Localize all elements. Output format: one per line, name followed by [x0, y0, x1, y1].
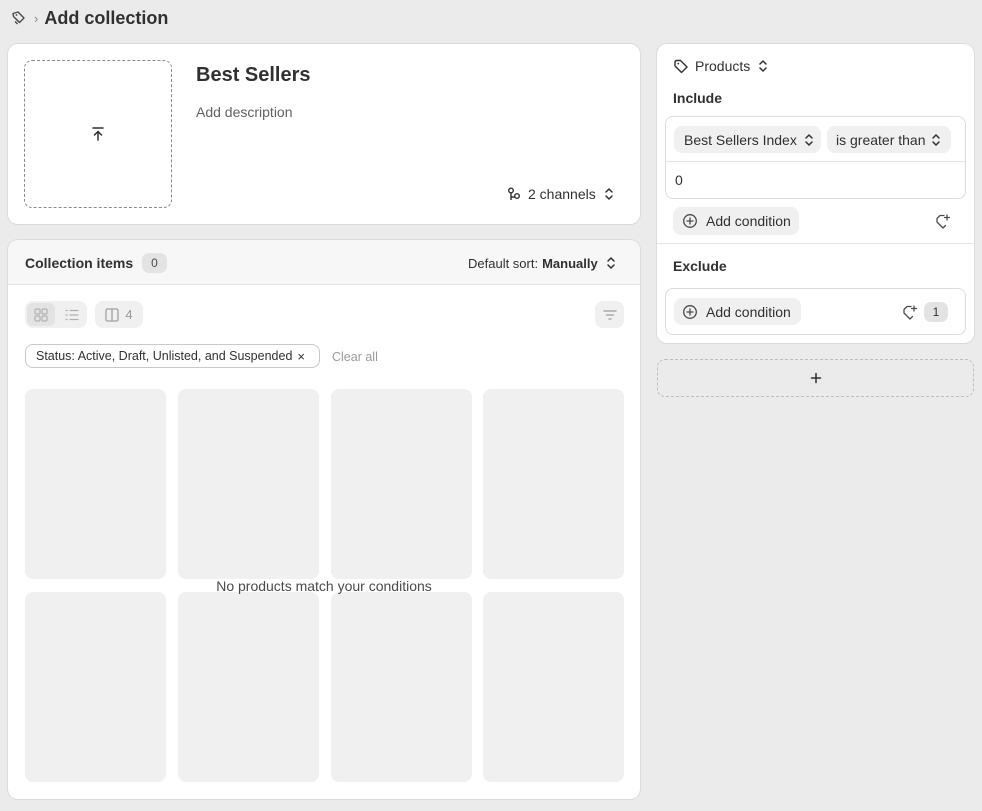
placeholder-tile	[331, 389, 472, 579]
plus-circle-icon	[682, 213, 698, 229]
exclude-heading: Exclude	[673, 258, 727, 274]
condition-operator-select[interactable]: is greater than	[827, 126, 951, 153]
placeholder-tile	[331, 592, 472, 782]
grid-icon	[34, 307, 48, 322]
clear-all-link[interactable]: Clear all	[332, 350, 378, 364]
add-section-button[interactable]	[657, 359, 974, 397]
placeholder-tile	[483, 592, 624, 782]
condition-value-input[interactable]: 0	[675, 172, 683, 188]
sort-prefix: Default sort:	[468, 255, 539, 271]
breadcrumb-chevron-icon: ›	[34, 10, 39, 26]
sort-value: Manually	[542, 255, 598, 271]
collection-details-card: Best Sellers Add description 2 channels	[8, 44, 640, 224]
include-condition-box: Best Sellers Index is greater than 0	[665, 116, 966, 199]
add-exclude-condition-button[interactable]: Add condition	[674, 298, 801, 325]
collection-tag-icon[interactable]	[10, 9, 28, 27]
placeholder-tile	[483, 389, 624, 579]
rules-card: Products Include Best Sellers Index is g…	[657, 44, 974, 343]
plus-circle-icon	[682, 304, 698, 320]
filter-button[interactable]	[595, 301, 624, 328]
columns-count: 4	[125, 307, 133, 322]
exclude-count-badge: 1	[924, 302, 948, 322]
page-title: Add collection	[44, 7, 169, 28]
items-count-badge: 0	[142, 253, 167, 273]
list-icon	[64, 309, 79, 321]
chevron-updown-icon	[931, 133, 941, 147]
breadcrumb: › Add collection	[10, 6, 168, 30]
columns-button[interactable]: 4	[95, 301, 143, 328]
exclude-condition-box: Add condition 1	[665, 288, 966, 335]
chevron-updown-icon	[804, 133, 814, 147]
condition-divider	[666, 161, 965, 162]
condition-field-select[interactable]: Best Sellers Index	[674, 126, 821, 153]
placeholder-tile	[25, 592, 166, 782]
chevron-updown-icon	[604, 187, 614, 201]
condition-operator-value: is greater than	[836, 131, 926, 148]
add-tag-condition-icon[interactable]	[902, 304, 918, 320]
add-include-condition-button[interactable]: Add condition	[673, 207, 799, 235]
include-heading: Include	[673, 90, 723, 106]
placeholder-tile	[25, 389, 166, 579]
collection-items-card: Collection items 0 Default sort: Manuall…	[8, 240, 640, 799]
add-tag-condition-icon[interactable]	[935, 213, 951, 229]
upload-icon	[91, 126, 105, 142]
collection-title[interactable]: Best Sellers	[196, 64, 311, 87]
products-selector[interactable]: Products	[673, 57, 768, 75]
filter-icon	[602, 309, 617, 321]
chevron-updown-icon	[758, 59, 768, 73]
placeholder-tile	[178, 592, 319, 782]
rules-divider	[657, 243, 974, 244]
add-condition-label: Add condition	[706, 213, 791, 229]
plus-icon	[810, 372, 822, 384]
list-view-button[interactable]	[58, 303, 85, 326]
columns-icon	[105, 307, 120, 322]
placeholder-tile	[178, 389, 319, 579]
channels-label: 2 channels	[528, 186, 596, 202]
empty-state-text: No products match your conditions	[216, 578, 432, 594]
channels-selector[interactable]: 2 channels	[506, 184, 614, 204]
condition-field-value: Best Sellers Index	[684, 131, 797, 148]
filter-chip-label: Status: Active, Draft, Unlisted, and Sus…	[36, 349, 293, 363]
status-filter-chip[interactable]: Status: Active, Draft, Unlisted, and Sus…	[25, 344, 320, 368]
channels-icon	[506, 186, 522, 202]
grid-view-button[interactable]	[27, 303, 55, 326]
image-upload-dropzone[interactable]	[24, 60, 172, 208]
chevron-updown-icon	[606, 256, 616, 270]
add-condition-label: Add condition	[706, 303, 791, 320]
tag-icon	[673, 58, 689, 74]
description-field[interactable]: Add description	[196, 104, 293, 120]
products-label: Products	[695, 58, 751, 74]
collection-items-title: Collection items	[25, 255, 134, 271]
close-icon[interactable]: ×	[297, 350, 305, 363]
sort-selector[interactable]: Default sort: Manually	[468, 254, 616, 272]
